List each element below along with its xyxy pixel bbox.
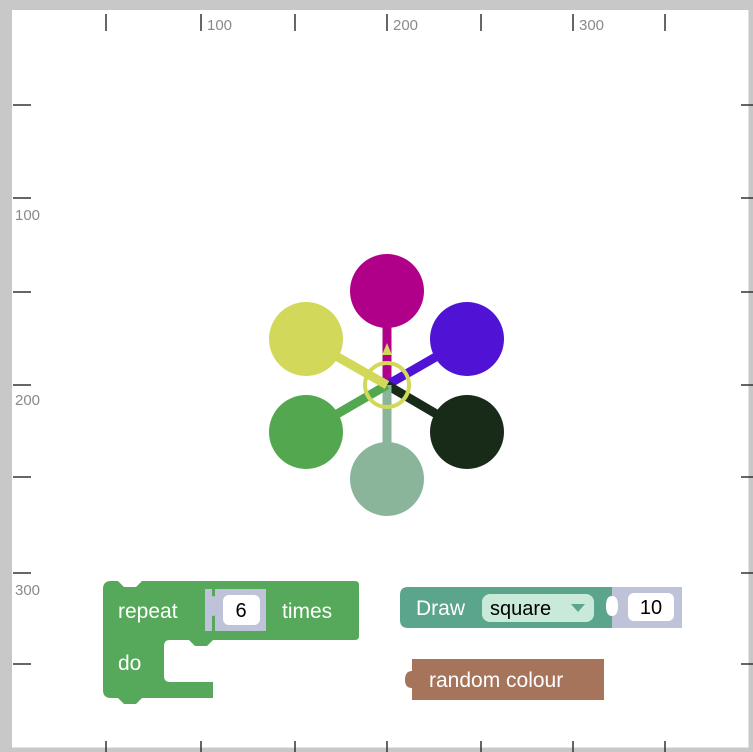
petal-dot xyxy=(350,254,424,328)
petal-dot xyxy=(269,395,343,469)
repeat-count-value: 6 xyxy=(235,600,246,622)
ruler-label-x-100: 100 xyxy=(207,17,232,34)
random-colour-label: random colour xyxy=(429,669,563,692)
workspace[interactable]: 100 200 300 100 200 300 repeat 6 times d… xyxy=(0,0,753,752)
repeat-times-label: times xyxy=(282,600,332,623)
shape-dropdown-value: square xyxy=(490,598,551,620)
repeat-label: repeat xyxy=(118,600,178,623)
draw-label: Draw xyxy=(416,597,466,620)
ruler-label-x-200: 200 xyxy=(393,17,418,34)
petal-dot xyxy=(430,302,504,376)
size-value: 10 xyxy=(640,597,662,619)
petal-dot xyxy=(269,302,343,376)
ruler-label-y-200: 200 xyxy=(15,392,40,409)
ruler-label-y-100: 100 xyxy=(15,207,40,224)
left-ruler-bar xyxy=(0,0,12,752)
draw-block[interactable]: Draw square 10 xyxy=(400,587,682,628)
top-ruler-bar xyxy=(0,0,753,10)
petal-dot xyxy=(350,442,424,516)
repeat-do-label: do xyxy=(118,652,141,675)
ruler-label-x-300: 300 xyxy=(579,17,604,34)
random-colour-block[interactable]: random colour xyxy=(405,659,604,700)
ruler-label-y-300: 300 xyxy=(15,582,40,599)
petal-dot xyxy=(430,395,504,469)
